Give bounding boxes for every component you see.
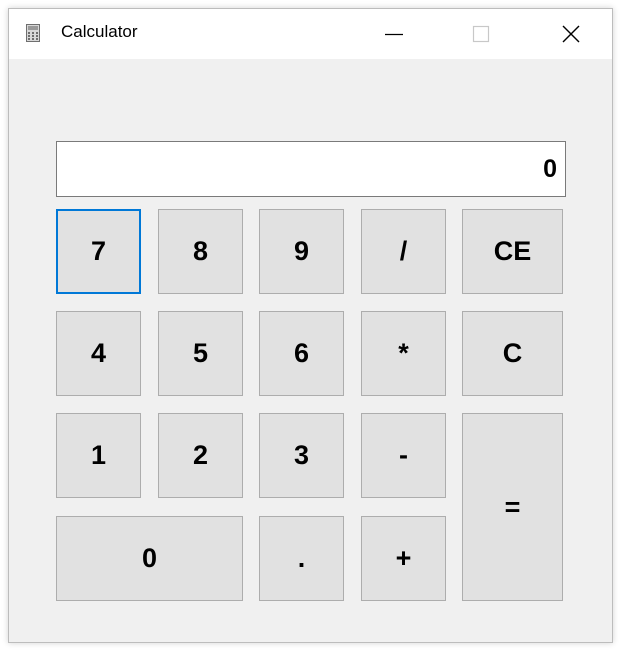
key-8[interactable]: 8	[158, 209, 243, 294]
key-3[interactable]: 3	[259, 413, 344, 498]
key-multiply[interactable]: *	[361, 311, 446, 396]
key-clear-entry[interactable]: CE	[462, 209, 563, 294]
calculator-window: Calculator 0 7 8 9 / CE 4 5 6 * C 1 2 3 …	[8, 8, 613, 643]
close-button[interactable]	[548, 9, 594, 59]
key-equals[interactable]: =	[462, 413, 563, 601]
key-2[interactable]: 2	[158, 413, 243, 498]
maximize-button	[457, 9, 503, 59]
title-bar[interactable]: Calculator	[9, 9, 612, 59]
calculator-icon	[26, 24, 40, 42]
key-4[interactable]: 4	[56, 311, 141, 396]
window-title: Calculator	[61, 22, 138, 41]
key-clear[interactable]: C	[462, 311, 563, 396]
key-add[interactable]: +	[361, 516, 446, 601]
minimize-button[interactable]	[371, 9, 417, 59]
key-9[interactable]: 9	[259, 209, 344, 294]
key-7[interactable]: 7	[56, 209, 141, 294]
key-1[interactable]: 1	[56, 413, 141, 498]
key-subtract[interactable]: -	[361, 413, 446, 498]
key-6[interactable]: 6	[259, 311, 344, 396]
key-5[interactable]: 5	[158, 311, 243, 396]
key-divide[interactable]: /	[361, 209, 446, 294]
key-decimal[interactable]: .	[259, 516, 344, 601]
calculator-display: 0	[56, 141, 566, 197]
key-0[interactable]: 0	[56, 516, 243, 601]
